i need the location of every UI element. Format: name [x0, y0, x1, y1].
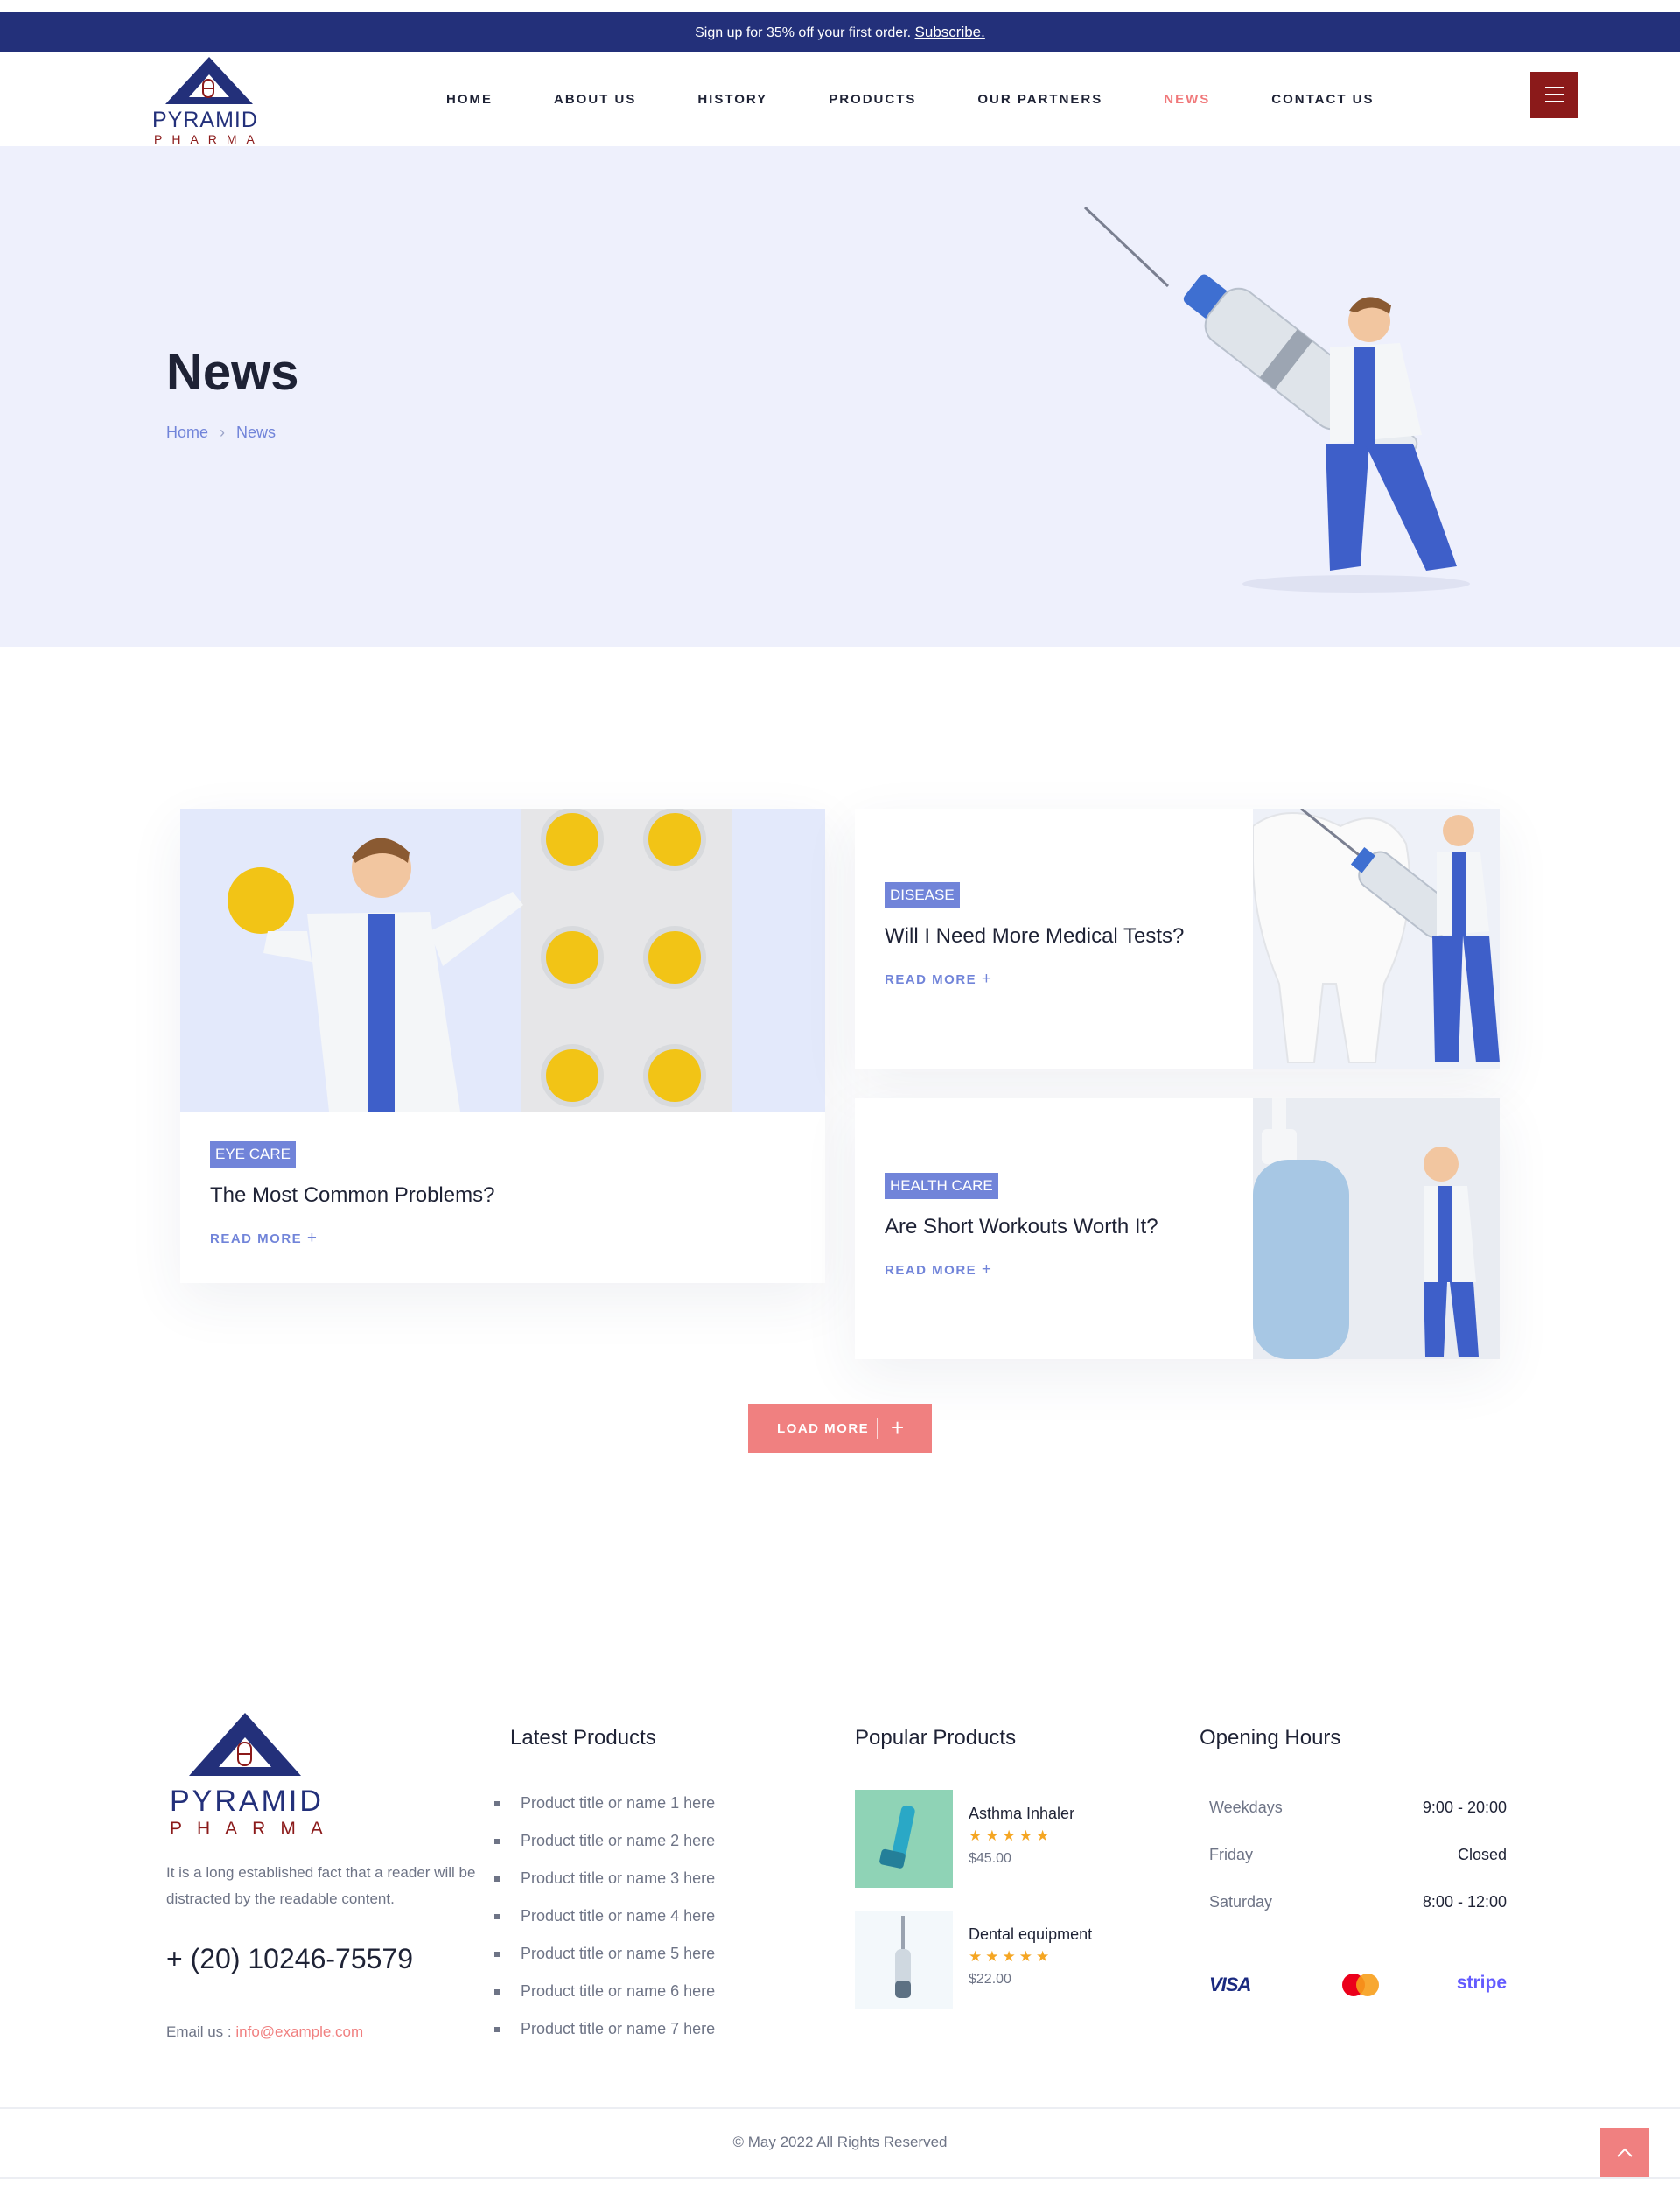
nav-home[interactable]: HOME	[446, 92, 493, 107]
list-item[interactable]: Product title or name 3 here	[494, 1869, 715, 1907]
nav-contact-us[interactable]: CONTACT US	[1271, 92, 1374, 107]
post-image	[1253, 809, 1500, 1069]
brand-subname: PHARMA	[154, 132, 264, 146]
brand-subname: PHARMA	[170, 1819, 338, 1839]
copyright-text: © May 2022 All Rights Reserved	[732, 2134, 948, 2150]
opening-hours-table: Weekdays 9:00 - 20:00 Friday Closed Satu…	[1209, 1799, 1507, 1940]
opening-hours-title: Opening Hours	[1200, 1726, 1341, 1750]
read-more-link[interactable]: READ MORE +	[885, 970, 1235, 989]
plus-icon: +	[981, 1260, 993, 1279]
promo-text: Sign up for 35% off your first order.	[695, 25, 912, 40]
post-title[interactable]: Will I Need More Medical Tests?	[885, 924, 1235, 949]
hours-day: Weekdays	[1209, 1799, 1283, 1816]
pyramid-logo-icon	[165, 57, 253, 104]
nav-products[interactable]: PRODUCTS	[829, 92, 916, 107]
main-nav: HOME ABOUT US HISTORY PRODUCTS OUR PARTN…	[446, 52, 1436, 146]
hamburger-menu-button[interactable]	[1530, 72, 1578, 118]
inhaler-image	[855, 1790, 953, 1888]
footer-about-text: It is a long established fact that a rea…	[166, 1864, 476, 1907]
page-bottom-line	[0, 2177, 1680, 2179]
latest-products-title: Latest Products	[510, 1726, 656, 1750]
promo-bar: Sign up for 35% off your first order. Su…	[0, 12, 1680, 52]
popular-products-title: Popular Products	[855, 1726, 1017, 1750]
category-badge[interactable]: EYE CARE	[210, 1141, 296, 1168]
post-card[interactable]: HEALTH CARE Are Short Workouts Worth It?…	[855, 1098, 1500, 1359]
email-link[interactable]: info@example.com	[235, 2023, 363, 2040]
visa-icon: VISA	[1209, 1974, 1251, 1995]
hours-time: Closed	[1457, 1846, 1507, 1863]
rating-stars-icon: ★★★★★	[969, 1827, 1054, 1844]
nav-news[interactable]: NEWS	[1164, 92, 1210, 107]
nav-about-us[interactable]: ABOUT US	[554, 92, 636, 107]
post-image	[180, 809, 825, 1112]
hamburger-icon	[1545, 87, 1564, 88]
hours-row: Saturday 8:00 - 12:00	[1209, 1893, 1507, 1940]
nav-history[interactable]: HISTORY	[697, 92, 767, 107]
hours-day: Saturday	[1209, 1893, 1273, 1911]
footer-divider	[0, 2107, 1680, 2109]
hours-time: 8:00 - 12:00	[1422, 1893, 1507, 1911]
read-more-link[interactable]: READ MORE +	[885, 1260, 1235, 1280]
post-card[interactable]: EYE CARE The Most Common Problems? READ …	[180, 809, 825, 1283]
footer-email: Email us : info@example.com	[166, 2023, 363, 2041]
breadcrumb: Home › News	[166, 424, 276, 442]
page-hero: News Home › News	[0, 146, 1680, 647]
load-more-label: LOAD MORE	[777, 1421, 870, 1436]
footer-phone[interactable]: + (20) 10246-75579	[166, 1943, 413, 1975]
brand-name: PYRAMID	[170, 1785, 324, 1818]
plus-icon: +	[891, 1414, 906, 1441]
rating-stars-icon: ★★★★★	[969, 1948, 1054, 1965]
mastercard-icon	[1342, 1974, 1379, 1996]
post-title[interactable]: Are Short Workouts Worth It?	[885, 1215, 1235, 1239]
read-more-label: READ MORE	[885, 1263, 977, 1278]
chevron-right-icon: ›	[220, 424, 226, 441]
brand-name: PYRAMID	[152, 108, 258, 132]
hours-time: 9:00 - 20:00	[1422, 1799, 1507, 1816]
plus-icon: +	[981, 970, 993, 988]
breadcrumb-home[interactable]: Home	[166, 424, 208, 441]
post-card[interactable]: DISEASE Will I Need More Medical Tests? …	[855, 809, 1500, 1069]
product-name: Dental equipment	[969, 1925, 1093, 1943]
email-label: Email us :	[166, 2023, 232, 2040]
read-more-link[interactable]: READ MORE +	[210, 1229, 788, 1248]
subscribe-link[interactable]: Subscribe.	[915, 24, 985, 40]
list-item[interactable]: Product title or name 7 here	[494, 2020, 715, 2058]
breadcrumb-current: News	[236, 424, 276, 441]
read-more-label: READ MORE	[210, 1231, 303, 1246]
product-name: Asthma Inhaler	[969, 1805, 1075, 1822]
chevron-up-icon	[1617, 2148, 1633, 2157]
hours-day: Friday	[1209, 1846, 1254, 1863]
list-item[interactable]: Product title or name 4 here	[494, 1907, 715, 1945]
list-item[interactable]: Product title or name 6 here	[494, 1982, 715, 2020]
read-more-label: READ MORE	[885, 972, 977, 987]
nav-our-partners[interactable]: OUR PARTNERS	[977, 92, 1102, 107]
hours-row: Weekdays 9:00 - 20:00	[1209, 1799, 1507, 1846]
popular-product[interactable]: Asthma Inhaler ★★★★★ $45.00	[855, 1790, 1117, 1890]
popular-product[interactable]: Dental equipment ★★★★★ $22.00	[855, 1911, 1117, 2011]
brand-logo[interactable]: PYRAMID PHARMA	[152, 55, 266, 146]
list-item[interactable]: Product title or name 1 here	[494, 1794, 715, 1832]
category-badge[interactable]: DISEASE	[885, 882, 960, 908]
product-price: $45.00	[969, 1851, 1012, 1866]
load-more-button[interactable]: LOAD MORE +	[748, 1404, 932, 1453]
plus-icon: +	[306, 1229, 318, 1247]
post-title[interactable]: The Most Common Problems?	[210, 1183, 788, 1208]
doctor-syringe-illustration	[1083, 206, 1470, 593]
list-item[interactable]: Product title or name 5 here	[494, 1945, 715, 1982]
latest-products-list: Product title or name 1 here Product tit…	[494, 1794, 715, 2058]
page-title: News	[166, 344, 299, 401]
pyramid-logo-icon	[189, 1713, 301, 1776]
post-image	[1253, 1098, 1500, 1359]
back-to-top-button[interactable]	[1600, 2128, 1649, 2177]
category-badge[interactable]: HEALTH CARE	[885, 1173, 998, 1199]
stripe-icon: stripe	[1456, 1973, 1507, 1993]
dental-equipment-image	[855, 1911, 953, 2009]
site-header: PYRAMID PHARMA HOME ABOUT US HISTORY PRO…	[0, 52, 1680, 146]
payment-methods: VISA stripe	[1209, 1969, 1507, 2004]
footer-logo[interactable]: PYRAMID PHARMA	[166, 1711, 324, 1842]
list-item[interactable]: Product title or name 2 here	[494, 1832, 715, 1869]
product-price: $22.00	[969, 1972, 1012, 1987]
hours-row: Friday Closed	[1209, 1846, 1507, 1893]
